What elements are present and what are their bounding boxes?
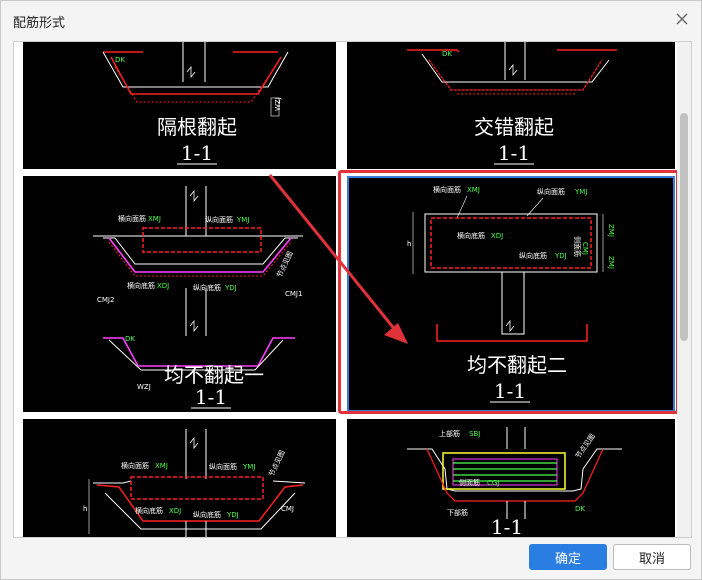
option-5-label-ydj: YDJ — [226, 511, 239, 519]
option-1-wzj-label: WZJ — [274, 97, 282, 111]
option-6-section: 1-1 — [491, 515, 523, 538]
option-1-drawing: DK WZJ 隔根翻起 1-1 — [102, 42, 289, 165]
option-2-dk-label: DK — [442, 50, 452, 58]
option-5-drawing: 横向面筋 XMJ 纵向面筋 YMJ h 横向底筋 XDJ 纵向底筋 YDJ CM… — [83, 429, 306, 537]
option-5-label-xmj: XMJ — [155, 462, 168, 470]
option-4-title: 均不翻起二 — [467, 353, 567, 377]
option-4-label-bottom-rebar-x: 横向底筋 — [457, 231, 485, 240]
option-4-section: 1-1 — [494, 379, 526, 403]
option-3-section: 1-1 — [195, 385, 227, 409]
option-3-label-cmj1: CMJ1 — [285, 290, 302, 298]
option-5-label-bottom-rebar-y: 纵向底筋 — [193, 510, 221, 519]
option-6-label-top-rebar: 上部筋 — [439, 429, 460, 438]
cancel-button[interactable]: 取消 — [613, 544, 691, 570]
option-tile-5[interactable]: 横向面筋 XMJ 纵向面筋 YMJ h 横向底筋 XDJ 纵向底筋 YDJ CM… — [23, 419, 336, 537]
option-3-label-cmj2: CMJ2 — [97, 296, 114, 304]
option-3-label-ydj: YDJ — [224, 284, 237, 292]
option-4-label-top-rebar-y: 纵向面筋 — [537, 187, 565, 196]
option-3-label-wzj: WZJ — [137, 383, 151, 391]
dialog-title: 配筋形式 — [13, 16, 66, 31]
option-4-label-top-rebar-x: 横向面筋 — [433, 185, 461, 194]
option-4-label-xdj: XDJ — [491, 232, 503, 240]
option-4-drawing: 横向面筋 XMJ 纵向面筋 YMJ h 横向底筋 XDJ 纵向底筋 YDJ 侧面… — [407, 185, 615, 403]
option-tile-4[interactable]: 横向面筋 XMJ 纵向面筋 YMJ h 横向底筋 XDJ 纵向底筋 YDJ 侧面… — [347, 176, 675, 412]
option-4-label-side-rebar: 侧面筋 — [573, 236, 582, 257]
option-5-label-node: 节点见图 — [268, 449, 287, 478]
title-bar[interactable]: 配筋形式 — [1, 1, 701, 39]
option-2-drawing: DK 交错翻起 1-1 — [407, 42, 617, 165]
option-5-label-xdj: XDJ — [169, 507, 181, 515]
ok-button[interactable]: 确定 — [529, 544, 607, 570]
vertical-scrollbar[interactable] — [677, 42, 691, 537]
option-3-title: 均不翻起一 — [164, 363, 264, 387]
option-tile-3[interactable]: 横向面筋 XMJ 纵向面筋 YMJ 横向底筋 XDJ 纵向底筋 YDJ CMJ1… — [23, 176, 336, 412]
option-tile-1[interactable]: DK WZJ 隔根翻起 1-1 — [23, 42, 336, 169]
option-1-dk-label: DK — [115, 56, 125, 64]
option-4-label-ymj: YMJ — [574, 188, 587, 196]
option-6-label-bottom-rebar: 下部筋 — [447, 508, 468, 517]
svg-text:ZMJ: ZMJ — [607, 224, 615, 237]
option-3-label-dk: DK — [125, 335, 135, 343]
option-4-label-cmj: CMJ — [581, 242, 589, 255]
option-6-label-dk: DK — [575, 505, 585, 513]
option-4-label-xmj: XMJ — [467, 186, 480, 194]
option-1-section: 1-1 — [181, 141, 213, 165]
option-5-label-h: h — [83, 505, 87, 513]
option-3-label-xmj: XMJ — [148, 215, 161, 223]
option-1-title: 隔根翻起 — [157, 115, 237, 139]
option-4-label-bottom-rebar-y: 纵向底筋 — [519, 251, 547, 260]
option-3-label-top-rebar-x: 横向面筋 — [118, 214, 146, 223]
option-2-title: 交错翻起 — [474, 115, 554, 139]
option-2-section: 1-1 — [498, 141, 530, 165]
option-3-label-bottom-rebar-y: 纵向底筋 — [193, 283, 221, 292]
option-4-label-h: h — [407, 240, 411, 248]
option-6-drawing: 上部筋 SBJ 侧面筋 CGJ 下部筋 DK 节点见图 1-1 — [407, 427, 622, 538]
option-5-label-ymj: YMJ — [242, 463, 255, 471]
option-5-label-top-rebar-y: 纵向面筋 — [209, 462, 237, 471]
scrollbar-thumb[interactable] — [680, 113, 688, 341]
option-tile-6[interactable]: 上部筋 SBJ 侧面筋 CGJ 下部筋 DK 节点见图 1-1 — [347, 419, 675, 538]
option-6-label-side-rebar: 侧面筋 — [459, 478, 480, 487]
option-6-label-sbj: SBJ — [469, 430, 480, 438]
dialog-window: 配筋形式 DK WZJ 隔根翻起 1-1 DK 交错翻起 1-1 横向面筋 XM… — [0, 0, 702, 580]
option-3-drawing: 横向面筋 XMJ 纵向面筋 YMJ 横向底筋 XDJ 纵向底筋 YDJ CMJ1… — [93, 186, 303, 409]
option-6-label-cgj: CGJ — [487, 479, 499, 487]
svg-text:ZMJ: ZMJ — [607, 256, 615, 269]
option-5-label-top-rebar-x: 横向面筋 — [121, 461, 149, 470]
option-gallery[interactable]: DK WZJ 隔根翻起 1-1 DK 交错翻起 1-1 横向面筋 XMJ 纵向面… — [13, 41, 692, 538]
option-3-label-top-rebar-y: 纵向面筋 — [205, 215, 233, 224]
option-4-label-ydj: YDJ — [554, 252, 567, 260]
option-6-label-node: 节点见图 — [574, 433, 597, 461]
option-3-label-bottom-rebar-x: 横向底筋 — [127, 281, 155, 290]
option-5-label-cmj: CMJ — [281, 505, 294, 513]
close-icon[interactable] — [673, 10, 691, 28]
option-tile-2[interactable]: DK 交错翻起 1-1 — [347, 42, 675, 169]
option-5-label-bottom-rebar-x: 横向底筋 — [135, 506, 163, 515]
option-3-label-ymj: YMJ — [236, 216, 249, 224]
option-3-label-xdj: XDJ — [157, 282, 169, 290]
